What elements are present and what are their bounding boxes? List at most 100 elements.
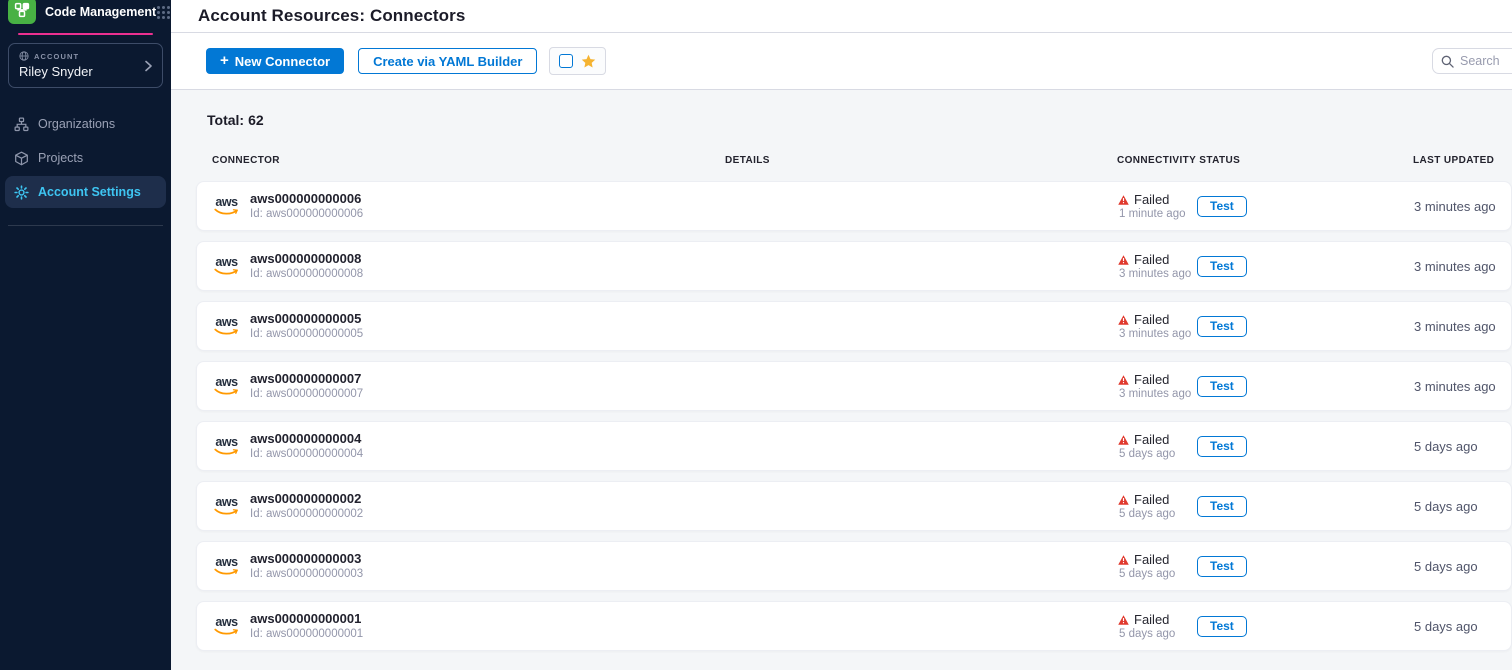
search-box <box>1432 48 1512 74</box>
status-time: 1 minute ago <box>1119 208 1197 220</box>
aws-logo-icon: aws <box>213 497 240 516</box>
favorites-checkbox[interactable] <box>559 54 573 68</box>
sidebar-item-organizations[interactable]: Organizations <box>5 108 166 140</box>
test-button[interactable]: Test <box>1197 496 1247 517</box>
connector-id: Id: aws000000000003 <box>250 567 363 581</box>
status-time: 5 days ago <box>1119 508 1197 520</box>
connector-name: aws000000000007 <box>250 371 363 386</box>
connector-cell: aws aws000000000006 Id: aws000000000006 <box>213 191 726 221</box>
test-button[interactable]: Test <box>1197 256 1247 277</box>
sidebar-header: Code Management <box>0 0 171 26</box>
connector-id: Id: aws000000000007 <box>250 387 363 401</box>
status-cell: Failed 5 days ago Test <box>1118 432 1414 460</box>
table-row[interactable]: aws aws000000000003 Id: aws000000000003 <box>196 541 1512 591</box>
sidebar-item-label: Projects <box>38 151 83 165</box>
last-updated: 3 minutes ago <box>1414 379 1511 394</box>
total-count: Total:62 <box>207 112 1512 128</box>
test-button[interactable]: Test <box>1197 436 1247 457</box>
table-row[interactable]: aws aws000000000004 Id: aws000000000004 <box>196 421 1512 471</box>
status-cell: Failed 1 minute ago Test <box>1118 192 1414 220</box>
column-header-details: DETAILS <box>725 155 1117 166</box>
failed-warning-icon <box>1118 255 1129 265</box>
star-icon[interactable] <box>581 54 596 69</box>
connector-id: Id: aws000000000006 <box>250 207 363 221</box>
table-row[interactable]: aws aws000000000007 Id: aws000000000007 <box>196 361 1512 411</box>
favorites-filter <box>549 47 606 75</box>
failed-warning-icon <box>1118 315 1129 325</box>
app-switcher-grid-icon[interactable] <box>156 5 171 20</box>
test-button[interactable]: Test <box>1197 616 1247 637</box>
connector-name: aws000000000005 <box>250 311 363 326</box>
total-label: Total: <box>207 112 244 128</box>
toolbar: + New Connector Create via YAML Builder <box>171 33 1512 90</box>
status-time: 5 days ago <box>1119 568 1197 580</box>
test-button[interactable]: Test <box>1197 316 1247 337</box>
status-text: Failed <box>1134 312 1169 327</box>
last-updated: 3 minutes ago <box>1414 319 1511 334</box>
module-accent-divider <box>18 33 153 35</box>
chevron-right-icon <box>145 60 152 71</box>
status-block: Failed 5 days ago <box>1118 432 1197 460</box>
failed-warning-icon <box>1118 555 1129 565</box>
page-header: Account Resources: Connectors <box>171 0 1512 33</box>
connector-cell: aws aws000000000005 Id: aws000000000005 <box>213 311 726 341</box>
status-cell: Failed 3 minutes ago Test <box>1118 372 1414 400</box>
test-button[interactable]: Test <box>1197 376 1247 397</box>
flowchart-glyph <box>14 2 30 18</box>
status-cell: Failed 5 days ago Test <box>1118 612 1414 640</box>
last-updated: 3 minutes ago <box>1414 199 1511 214</box>
table-row[interactable]: aws aws000000000002 Id: aws000000000002 <box>196 481 1512 531</box>
status-time: 5 days ago <box>1119 628 1197 640</box>
connector-cell: aws aws000000000007 Id: aws000000000007 <box>213 371 726 401</box>
status-block: Failed 3 minutes ago <box>1118 252 1197 280</box>
status-cell: Failed 3 minutes ago Test <box>1118 252 1414 280</box>
status-block: Failed 3 minutes ago <box>1118 372 1197 400</box>
search-input[interactable] <box>1460 54 1512 68</box>
module-title: Code Management <box>45 5 156 19</box>
status-block: Failed 5 days ago <box>1118 612 1197 640</box>
column-header-connector: CONNECTOR <box>212 155 725 166</box>
connector-cell: aws aws000000000008 Id: aws000000000008 <box>213 251 726 281</box>
connector-title-block: aws000000000008 Id: aws000000000008 <box>250 251 363 281</box>
sidebar-divider <box>8 225 163 226</box>
last-updated: 5 days ago <box>1414 499 1511 514</box>
connector-name: aws000000000006 <box>250 191 363 206</box>
sidebar-item-projects[interactable]: Projects <box>5 142 166 174</box>
table-row[interactable]: aws aws000000000006 Id: aws000000000006 <box>196 181 1512 231</box>
table-row[interactable]: aws aws000000000005 Id: aws000000000005 <box>196 301 1512 351</box>
create-yaml-builder-button[interactable]: Create via YAML Builder <box>358 48 537 74</box>
last-updated: 5 days ago <box>1414 559 1511 574</box>
status-time: 3 minutes ago <box>1119 328 1197 340</box>
connector-table-body: aws aws000000000006 Id: aws000000000006 <box>196 181 1512 651</box>
test-button[interactable]: Test <box>1197 196 1247 217</box>
gear-icon <box>14 185 29 200</box>
connector-id: Id: aws000000000004 <box>250 447 363 461</box>
failed-warning-icon <box>1118 615 1129 625</box>
test-button[interactable]: Test <box>1197 556 1247 577</box>
table-row[interactable]: aws aws000000000008 Id: aws000000000008 <box>196 241 1512 291</box>
aws-logo-icon: aws <box>213 317 240 336</box>
sidebar-item-account-settings[interactable]: Account Settings <box>5 176 166 208</box>
code-management-logo-icon[interactable] <box>8 0 36 24</box>
connector-cell: aws aws000000000002 Id: aws000000000002 <box>213 491 726 521</box>
search-icon <box>1441 55 1454 68</box>
new-connector-button[interactable]: + New Connector <box>206 48 344 74</box>
column-header-last-updated: LAST UPDATED <box>1413 155 1512 166</box>
status-text: Failed <box>1134 372 1169 387</box>
table-row[interactable]: aws aws000000000001 Id: aws000000000001 <box>196 601 1512 651</box>
cube-icon <box>14 151 29 166</box>
account-selector-card[interactable]: ACCOUNT Riley Snyder <box>8 43 163 88</box>
status-block: Failed 5 days ago <box>1118 492 1197 520</box>
connector-name: aws000000000003 <box>250 551 363 566</box>
connector-title-block: aws000000000005 Id: aws000000000005 <box>250 311 363 341</box>
connector-id: Id: aws000000000001 <box>250 627 363 641</box>
status-time: 5 days ago <box>1119 448 1197 460</box>
status-text: Failed <box>1134 252 1169 267</box>
connector-name: aws000000000004 <box>250 431 363 446</box>
aws-logo-icon: aws <box>213 617 240 636</box>
connector-title-block: aws000000000002 Id: aws000000000002 <box>250 491 363 521</box>
account-scope-icon <box>19 51 29 61</box>
account-label: ACCOUNT <box>34 52 79 61</box>
sidebar: Code Management ACCOUNT Riley Snyder <box>0 0 171 670</box>
aws-logo-icon: aws <box>213 377 240 396</box>
